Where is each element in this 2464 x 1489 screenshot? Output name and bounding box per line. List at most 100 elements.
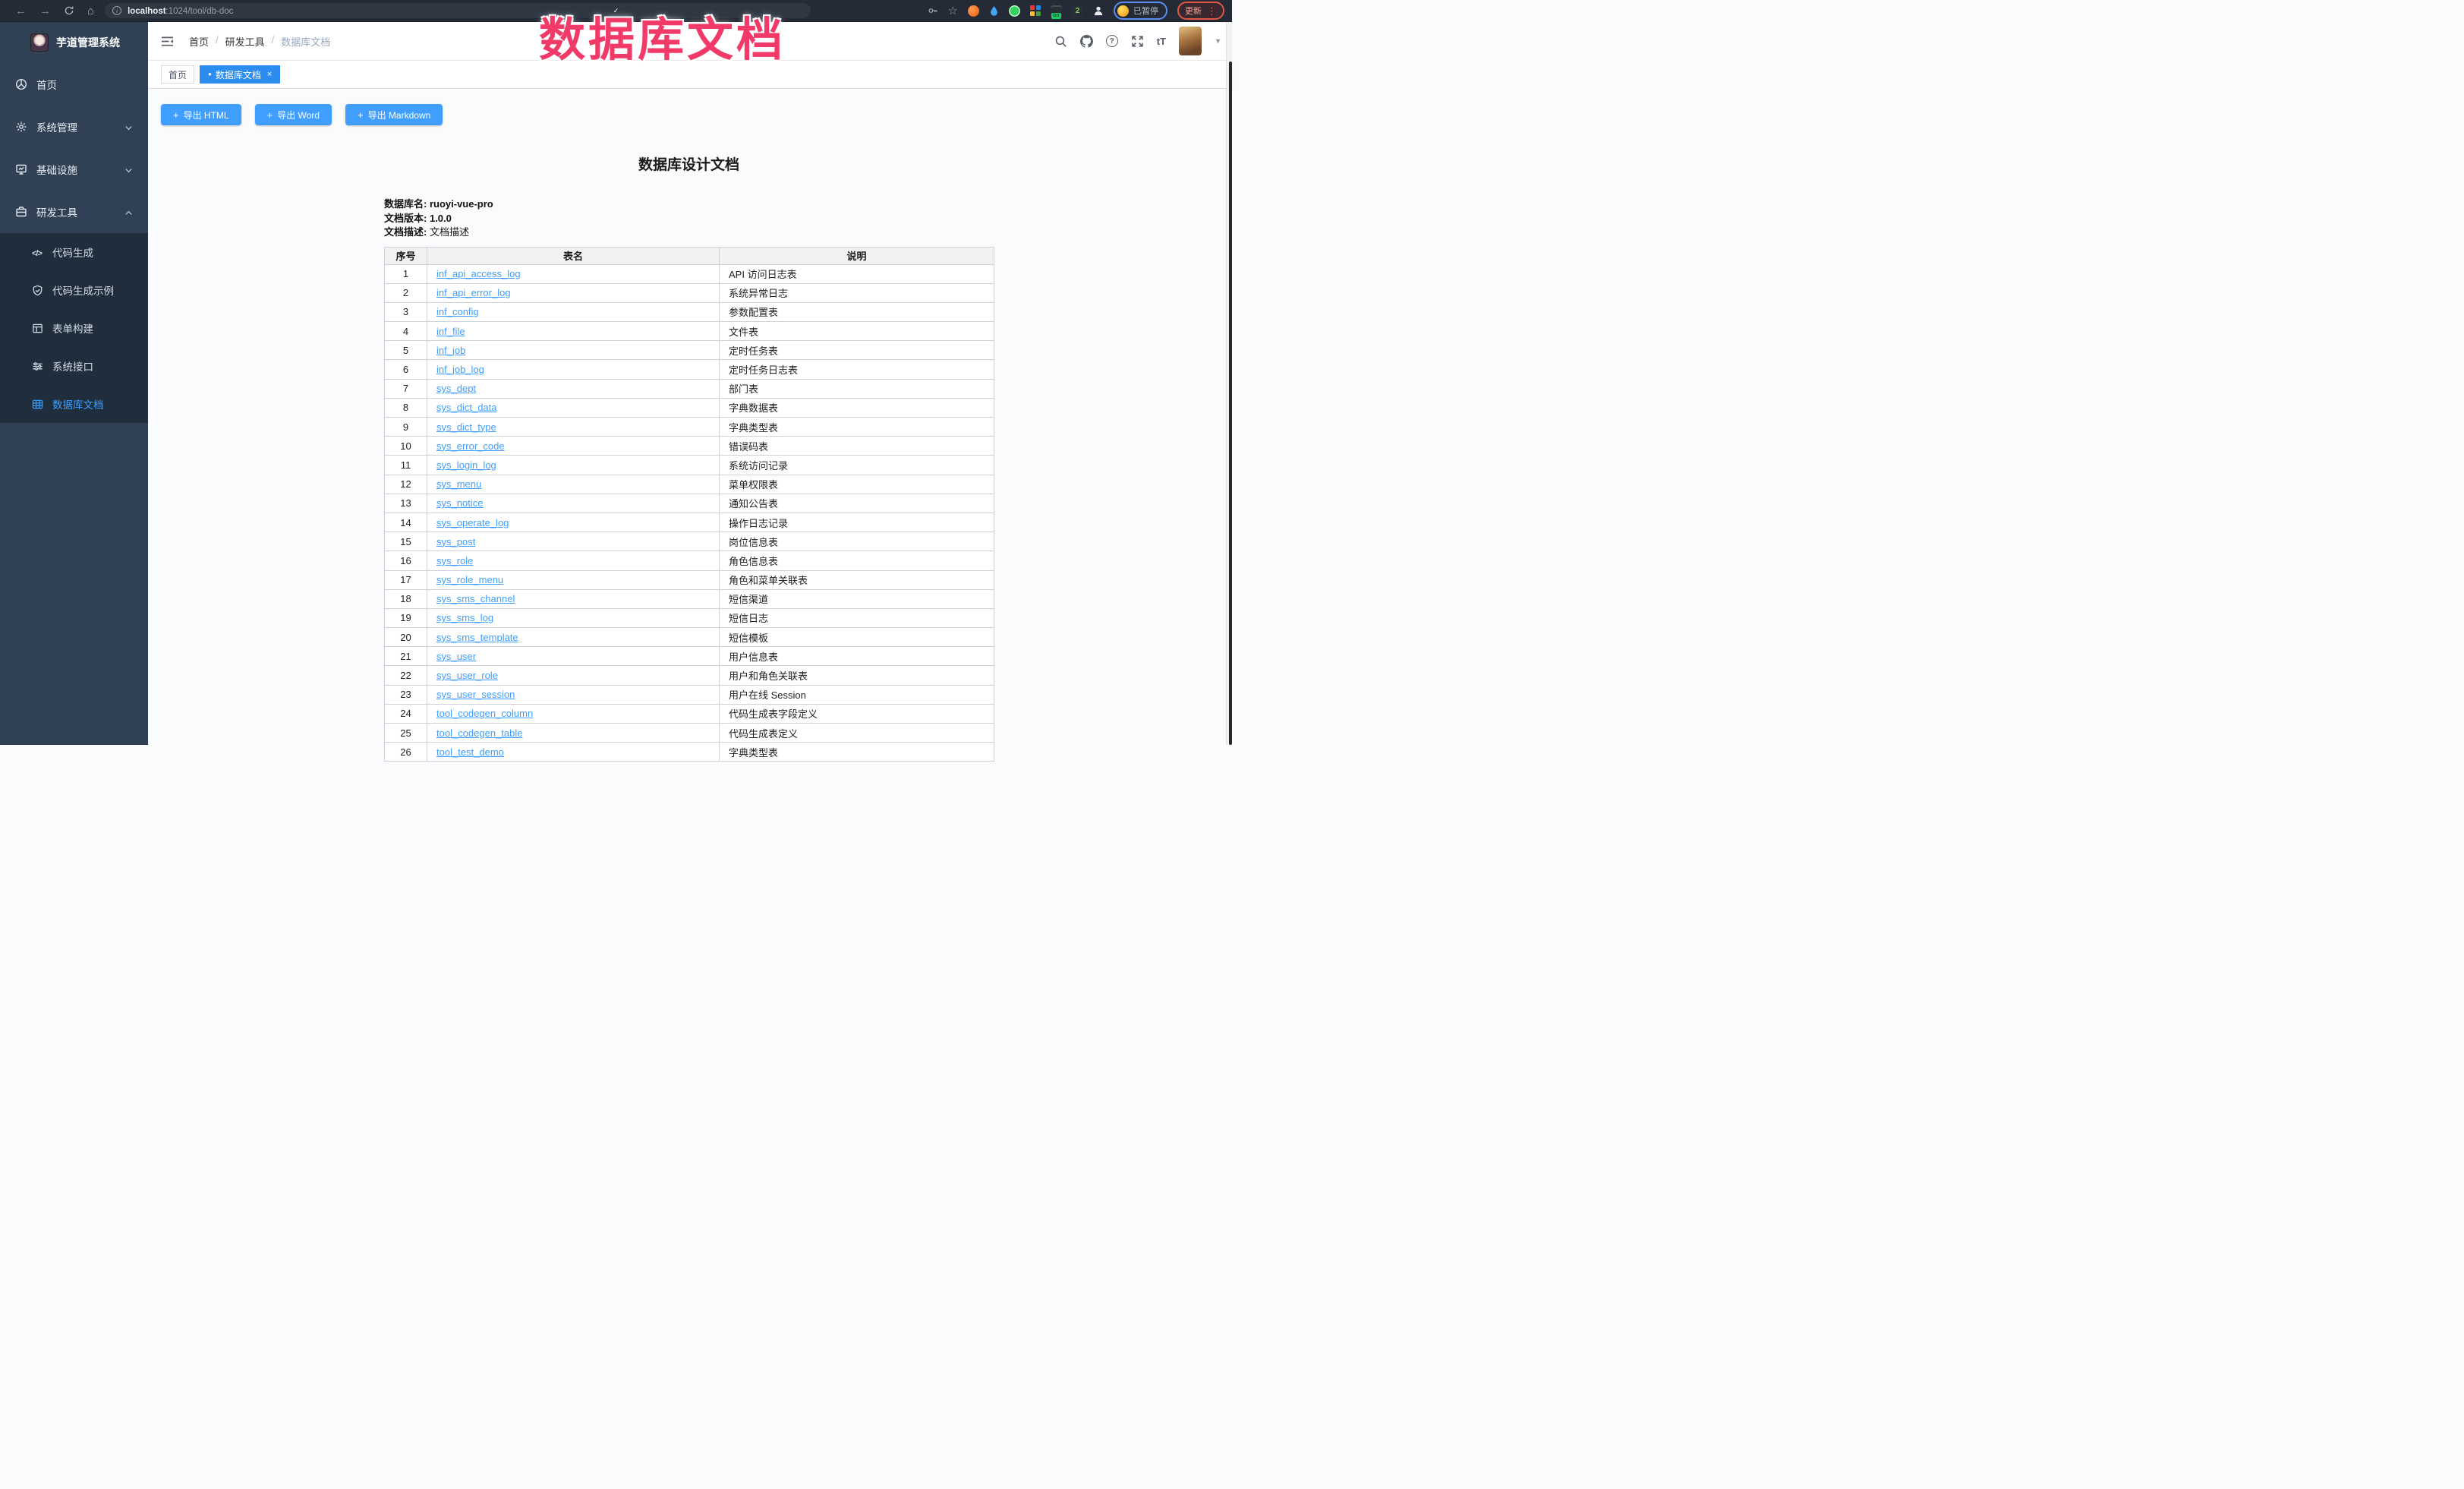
main-content: + 导出 HTML + 导出 Word + 导出 Markdown 数据库设计文… <box>148 89 1226 745</box>
table-name-link[interactable]: sys_menu <box>436 478 481 490</box>
sidebar-item-dev-tools[interactable]: 研发工具 <box>0 191 148 233</box>
page-scrollbar[interactable] <box>1226 22 1232 745</box>
table-name-link[interactable]: sys_sms_channel <box>436 593 515 604</box>
app-title: 芋道管理系统 <box>56 35 120 50</box>
table-name-link[interactable]: inf_api_error_log <box>436 287 511 298</box>
row-index: 20 <box>385 628 427 647</box>
form-icon <box>32 323 43 334</box>
table-name-link[interactable]: tool_test_demo <box>436 746 504 758</box>
table-row: 19 sys_sms_log 短信日志 <box>385 608 994 627</box>
table-row: 11 sys_login_log 系统访问记录 <box>385 456 994 475</box>
table-name-link[interactable]: sys_dept <box>436 383 476 394</box>
export-button-row: + 导出 HTML + 导出 Word + 导出 Markdown <box>161 104 443 125</box>
table-name-link[interactable]: sys_sms_log <box>436 612 493 623</box>
tables-index-table: 序号 表名 说明 1 inf_api_access_log API 访问日志表 … <box>384 247 994 762</box>
tags-view-bar: 首页 ● 数据库文档 × <box>148 61 1232 89</box>
help-icon[interactable]: ? <box>1106 35 1118 47</box>
export-markdown-button[interactable]: + 导出 Markdown <box>345 104 443 125</box>
tag-db-doc[interactable]: ● 数据库文档 × <box>200 65 280 84</box>
table-name-link[interactable]: sys_role_menu <box>436 574 503 585</box>
row-description: 用户和角色关联表 <box>720 666 994 685</box>
table-name-link[interactable]: sys_post <box>436 536 475 547</box>
header-actions: ? tT ▼ <box>1054 27 1232 55</box>
extension-icon-on-badge[interactable]: on <box>1051 5 1062 17</box>
search-icon[interactable] <box>1054 35 1067 48</box>
user-menu-caret-icon[interactable]: ▼ <box>1215 37 1221 45</box>
row-index: 3 <box>385 302 427 321</box>
font-size-icon[interactable]: tT <box>1157 36 1166 47</box>
table-row: 17 sys_role_menu 角色和菜单关联表 <box>385 570 994 589</box>
breadcrumb-current: 数据库文档 <box>281 34 330 49</box>
tag-label: 首页 <box>169 68 187 81</box>
row-index: 26 <box>385 743 427 762</box>
table-row: 18 sys_sms_channel 短信渠道 <box>385 589 994 608</box>
sidebar-item-form-builder[interactable]: 表单构建 <box>0 309 148 347</box>
table-row: 25 tool_codegen_table 代码生成表定义 <box>385 724 994 743</box>
sidebar-item-label: 首页 <box>36 77 57 92</box>
page-header: 首页 / 研发工具 / 数据库文档 ? tT ▼ <box>148 22 1232 61</box>
table-name-link[interactable]: sys_notice <box>436 497 483 509</box>
sidebar-item-system[interactable]: 系统管理 <box>0 106 148 148</box>
collapse-sidebar-icon[interactable] <box>161 36 174 47</box>
table-name-link[interactable]: inf_config <box>436 306 479 317</box>
breadcrumb-separator: / <box>216 34 219 49</box>
table-name-link[interactable]: sys_sms_template <box>436 632 518 643</box>
sidebar-item-codegen-example[interactable]: 代码生成示例 <box>0 271 148 309</box>
close-tag-icon[interactable]: × <box>267 70 272 79</box>
row-index: 11 <box>385 456 427 475</box>
table-row: 8 sys_dict_data 字典数据表 <box>385 398 994 417</box>
tag-label: 数据库文档 <box>216 68 261 81</box>
plus-icon: + <box>267 109 273 121</box>
sidebar-item-label: 数据库文档 <box>52 396 104 412</box>
breadcrumb-home[interactable]: 首页 <box>189 34 209 49</box>
sidebar-item-home[interactable]: 首页 <box>0 63 148 106</box>
table-name-link[interactable]: inf_job_log <box>436 364 484 375</box>
table-name-link[interactable]: sys_user <box>436 651 476 662</box>
table-name-link[interactable]: sys_error_code <box>436 440 505 452</box>
export-html-button[interactable]: + 导出 HTML <box>161 104 241 125</box>
app-logo[interactable]: 芋道管理系统 <box>0 22 148 63</box>
table-name-link[interactable]: tool_codegen_column <box>436 708 533 719</box>
extension-icon-counter[interactable]: 2 <box>1072 5 1083 17</box>
user-avatar[interactable] <box>1179 27 1202 55</box>
doc-meta: 数据库名: ruoyi-vue-pro 文档版本: 1.0.0 文档描述: 文档… <box>384 197 994 240</box>
extension-icon-green-check[interactable]: ✓ <box>1009 5 1020 17</box>
scrollbar-thumb[interactable] <box>1229 62 1232 745</box>
table-name-link[interactable]: inf_api_access_log <box>436 268 521 279</box>
row-description: 字典类型表 <box>720 743 994 762</box>
table-name-link[interactable]: inf_job <box>436 345 465 356</box>
github-icon[interactable] <box>1080 35 1093 48</box>
table-name-link[interactable]: sys_dict_data <box>436 402 497 413</box>
sidebar-item-label: 代码生成 <box>52 244 93 260</box>
table-name-link[interactable]: sys_user_session <box>436 689 515 700</box>
table-name-link[interactable]: sys_user_role <box>436 670 498 681</box>
table-icon <box>32 399 43 410</box>
row-index: 21 <box>385 647 427 666</box>
table-row: 3 inf_config 参数配置表 <box>385 302 994 321</box>
row-description: 代码生成表定义 <box>720 724 994 743</box>
row-description: API 访问日志表 <box>720 264 994 283</box>
breadcrumb-dev-tools[interactable]: 研发工具 <box>225 34 265 49</box>
table-row: 22 sys_user_role 用户和角色关联表 <box>385 666 994 685</box>
table-name-link[interactable]: sys_login_log <box>436 459 496 471</box>
table-row: 7 sys_dept 部门表 <box>385 379 994 398</box>
table-name-link[interactable]: sys_role <box>436 555 473 566</box>
fullscreen-icon[interactable] <box>1131 35 1144 48</box>
sidebar-item-label: 系统接口 <box>52 358 93 374</box>
table-row: 12 sys_menu 菜单权限表 <box>385 475 994 494</box>
sidebar-item-label: 系统管理 <box>36 119 77 134</box>
table-name-link[interactable]: sys_dict_type <box>436 421 496 433</box>
row-index: 8 <box>385 398 427 417</box>
table-name-link[interactable]: tool_codegen_table <box>436 727 523 739</box>
sidebar-item-code-generation[interactable]: </> 代码生成 <box>0 233 148 271</box>
sidebar-item-infrastructure[interactable]: 基础设施 <box>0 148 148 191</box>
sidebar-item-system-api[interactable]: 系统接口 <box>0 347 148 385</box>
tag-home[interactable]: 首页 <box>161 65 194 84</box>
row-index: 22 <box>385 666 427 685</box>
row-index: 25 <box>385 724 427 743</box>
sidebar-item-db-doc[interactable]: 数据库文档 <box>0 385 148 423</box>
table-name-link[interactable]: sys_operate_log <box>436 517 509 528</box>
table-name-link[interactable]: inf_file <box>436 326 465 337</box>
export-word-button[interactable]: + 导出 Word <box>255 104 332 125</box>
row-description: 部门表 <box>720 379 994 398</box>
